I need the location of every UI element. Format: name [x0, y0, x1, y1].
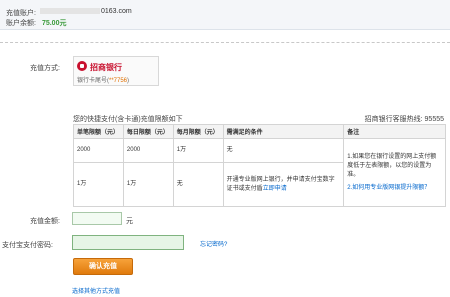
header-single-limit: 单笔限额（元）	[73, 124, 124, 139]
cell-single-limit: 1万	[73, 162, 124, 207]
hotline-number: 95555	[424, 116, 444, 123]
cell-monthly-limit: 无	[172, 162, 224, 207]
account-label: 充值账户:	[6, 10, 36, 17]
card-tail-label: 银行卡尾号(	[77, 78, 109, 84]
method-label: 充值方式:	[30, 65, 60, 72]
table-header-row: 单笔限额（元） 每日限额（元） 每月限额（元） 需满足的条件 备注	[73, 124, 446, 139]
quota-table: 单笔限额（元） 每日限额（元） 每月限额（元） 需满足的条件 备注 2000 2…	[73, 124, 446, 207]
card-number: **7756	[109, 78, 128, 84]
password-label: 支付宝支付密码:	[2, 242, 53, 249]
balance-row: 账户余额: 75.00元	[6, 18, 66, 28]
confirm-recharge-button[interactable]: 确认充值	[73, 258, 133, 275]
note-1: 1.如果您在银行设置的网上支付额度低于左表限额，以您的设置为准。	[347, 153, 437, 178]
bank-card-option[interactable]: 招商银行 银行卡尾号(**7756)	[73, 56, 159, 86]
cell-condition: 无	[222, 138, 345, 163]
notes-cell: 1.如果您在银行设置的网上支付额度低于左表限额，以您的设置为准。 2.如何用专业…	[343, 138, 446, 207]
email-domain: 0163.com	[101, 8, 132, 15]
bank-logo-icon	[77, 61, 87, 71]
quota-title: 您的快捷支付(含卡通)充值限额如下	[73, 116, 183, 123]
payment-password-input[interactable]	[72, 235, 184, 250]
bank-hotline: 招商银行客服热线: 95555	[365, 114, 444, 124]
hotline-label: 招商银行客服热线:	[364, 116, 423, 123]
account-row: 充值账户:	[6, 8, 40, 18]
cell-single-limit: 2000	[73, 138, 124, 163]
upgrade-limit-link[interactable]: 2.如何用专业版网银提升限额？	[347, 184, 442, 193]
table-row: 2000 2000 1万 无 1.如果您在银行设置的网上支付额度低于左表限额，以…	[73, 138, 446, 207]
amount-input[interactable]	[72, 212, 122, 225]
bank-name: 招商银行	[90, 63, 122, 72]
apply-now-link[interactable]: 立即申请	[263, 186, 287, 192]
header-monthly-limit: 每月限额（元）	[172, 124, 224, 139]
cell-monthly-limit: 1万	[172, 138, 224, 163]
balance-value: 75.00元	[41, 20, 67, 27]
forgot-password-link[interactable]: 忘记密码?	[200, 239, 227, 248]
card-tail-close: )	[127, 78, 130, 84]
header-notes: 备注	[343, 124, 446, 139]
account-panel: 充值账户: 0163.com 账户余额: 75.00元	[0, 0, 450, 30]
card-tail: 银行卡尾号(**7756)	[77, 75, 129, 84]
email-mask	[40, 8, 100, 15]
header-daily-limit: 每日限额（元）	[122, 124, 174, 139]
section-divider	[0, 42, 450, 43]
balance-label: 账户余额:	[6, 20, 36, 27]
cell-daily-limit: 2000	[122, 138, 174, 163]
account-email: 0163.com	[40, 8, 132, 15]
other-methods-link[interactable]: 选择其他方式充值	[72, 286, 120, 295]
amount-unit: 元	[126, 218, 133, 225]
amount-label: 充值金额:	[30, 218, 60, 225]
header-conditions: 需满足的条件	[222, 124, 345, 139]
cell-condition: 开通专业版网上银行，并申请支付宝数字证书或支付盾立即申请	[222, 162, 345, 207]
cell-daily-limit: 1万	[122, 162, 174, 207]
